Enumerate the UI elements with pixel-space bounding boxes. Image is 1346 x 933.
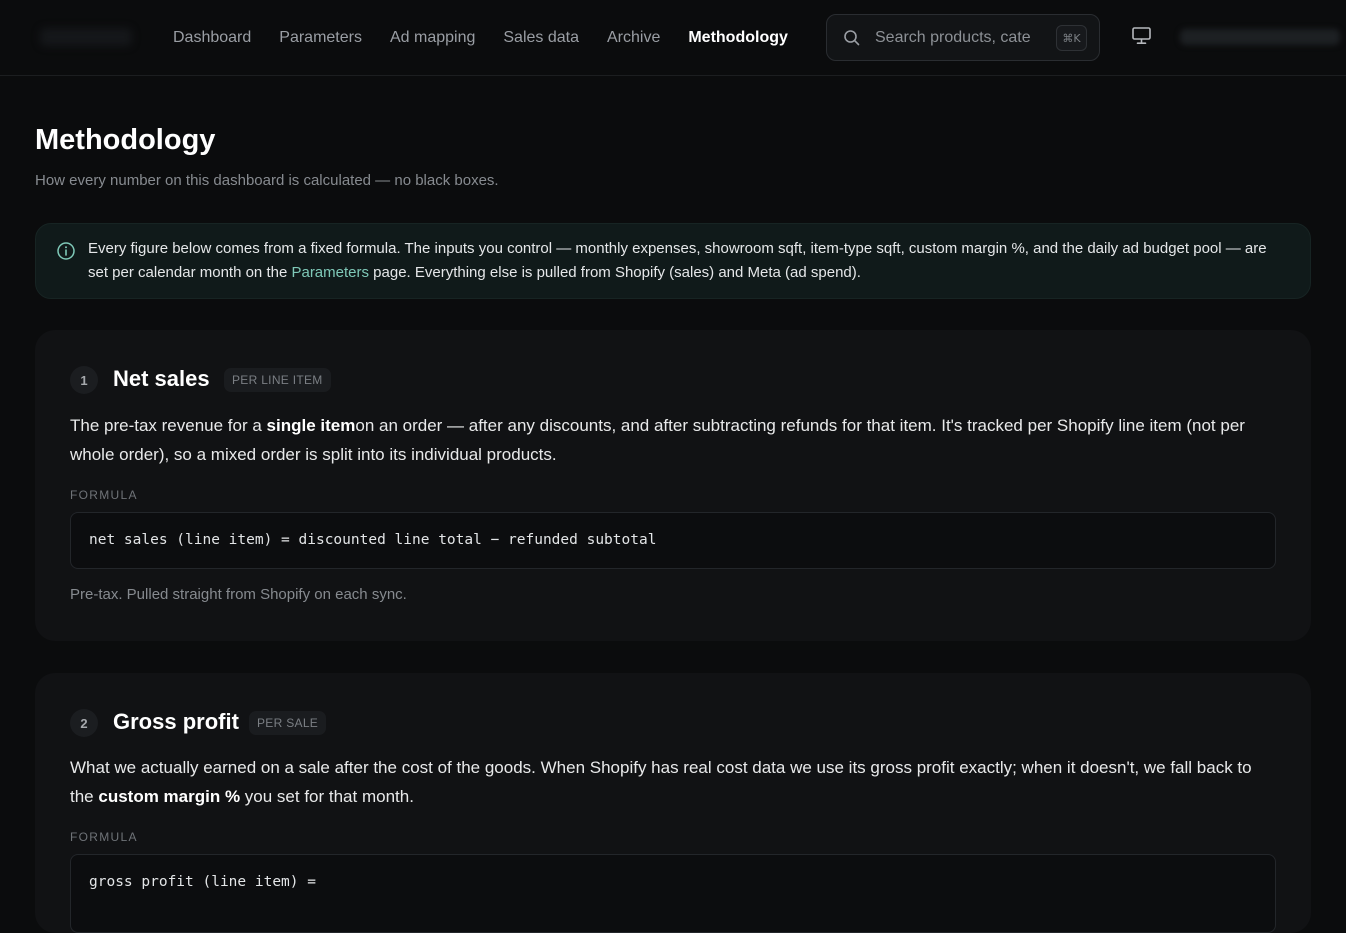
page-title: Methodology	[35, 124, 216, 156]
section-description: The pre-tax revenue for a single itemon …	[70, 412, 1270, 469]
main-nav: Dashboard Parameters Ad mapping Sales da…	[173, 0, 816, 76]
section-note: Pre-tax. Pulled straight from Shopify on…	[70, 586, 407, 603]
section-number: 2	[70, 709, 98, 737]
nav-archive[interactable]: Archive	[607, 29, 660, 47]
desc-text: The pre-tax revenue for a	[70, 416, 267, 435]
nav-dashboard[interactable]: Dashboard	[173, 29, 251, 47]
logo[interactable]	[40, 28, 132, 46]
section-title: Gross profit	[113, 709, 239, 734]
nav-sales-data[interactable]: Sales data	[503, 29, 579, 47]
section-number: 1	[70, 366, 98, 394]
info-callout: Every figure below comes from a fixed fo…	[35, 223, 1311, 299]
scope-badge: PER SALE	[249, 711, 327, 735]
page-subtitle: How every number on this dashboard is ca…	[35, 172, 499, 189]
desc-text: you set for that month.	[240, 786, 414, 806]
monitor-icon[interactable]	[1131, 26, 1155, 48]
search-input[interactable]	[875, 27, 1031, 49]
formula-label: FORMULA	[70, 488, 138, 502]
info-icon	[56, 241, 76, 266]
section-description: What we actually earned on a sale after …	[70, 754, 1270, 811]
section-title: Net sales	[113, 366, 210, 391]
search-icon	[843, 29, 861, 52]
parameters-link[interactable]: Parameters	[291, 264, 369, 281]
desc-emphasis: single item	[266, 416, 356, 435]
nav-parameters[interactable]: Parameters	[279, 29, 362, 47]
keyboard-shortcut-hint: ⌘K	[1056, 25, 1087, 51]
info-text-part: page. Everything else is pulled from Sho…	[369, 264, 861, 281]
section-net-sales: 1 Net sales PER LINE ITEM The pre-tax re…	[35, 330, 1311, 641]
nav-ad-mapping[interactable]: Ad mapping	[390, 29, 475, 47]
info-text: Every figure below comes from a fixed fo…	[88, 237, 1278, 285]
scope-badge: PER LINE ITEM	[224, 368, 331, 392]
search-box[interactable]: ⌘K	[826, 14, 1100, 61]
section-gross-profit: 2 Gross profit PER SALE What we actually…	[35, 673, 1311, 933]
user-account-menu[interactable]	[1180, 29, 1340, 45]
formula-label: FORMULA	[70, 830, 138, 844]
formula-block: gross profit (line item) =	[70, 854, 1276, 933]
nav-methodology[interactable]: Methodology	[688, 29, 788, 47]
desc-emphasis: custom margin %	[98, 786, 241, 806]
top-navigation-bar: Dashboard Parameters Ad mapping Sales da…	[0, 0, 1346, 76]
formula-block: net sales (line item) = discounted line …	[70, 512, 1276, 569]
